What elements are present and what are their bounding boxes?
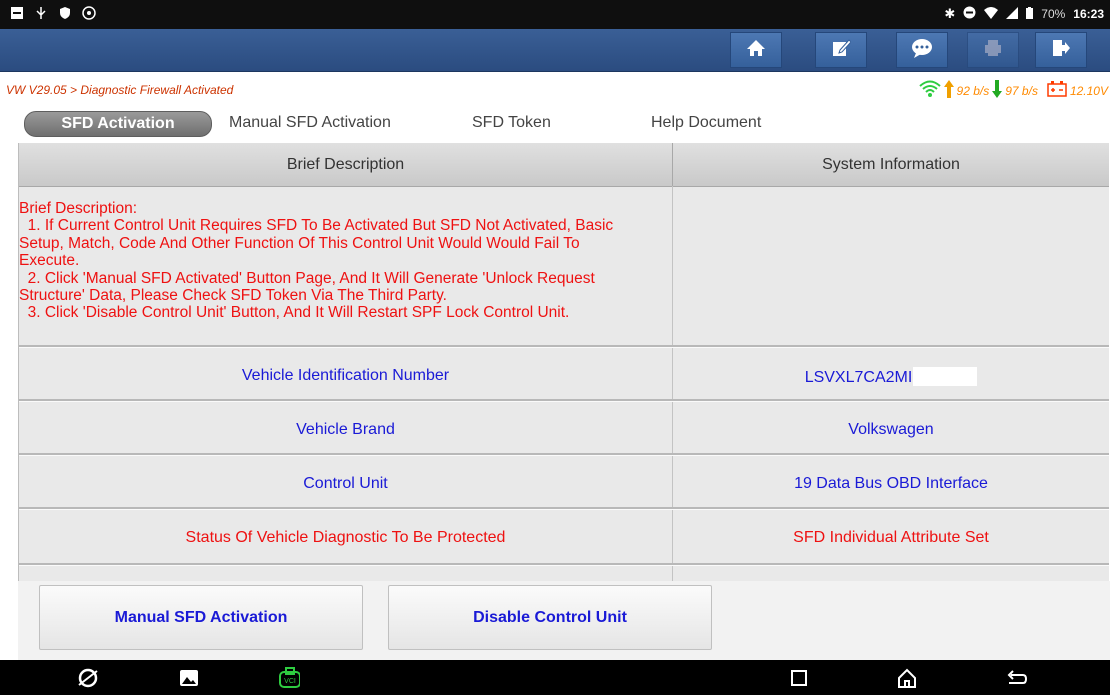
row-divider — [19, 453, 1109, 456]
wifi-icon — [984, 6, 999, 22]
car-battery-icon — [1047, 81, 1067, 100]
dnd-icon — [963, 6, 976, 22]
notification-icon — [10, 6, 24, 20]
upload-speed: 92 b/s — [956, 83, 990, 98]
battery-icon — [1026, 6, 1034, 22]
row-divider — [19, 563, 1109, 566]
disable-control-unit-button[interactable]: Disable Control Unit — [388, 585, 712, 650]
navigation-bar: VCI — [0, 660, 1110, 695]
exit-icon — [1051, 38, 1071, 63]
description-line: 1. If Current Control Unit Requires SFD … — [19, 217, 614, 235]
home-icon — [746, 38, 766, 63]
description-line: Setup, Match, Code And Other Function Of… — [19, 234, 580, 252]
vin-value: LSVXL7CA2MI — [673, 367, 1109, 387]
bluetooth-icon: ✱ — [944, 6, 956, 21]
description-line: 2. Click 'Manual SFD Activated' Button P… — [19, 269, 595, 287]
header-brief-description: Brief Description — [286, 156, 405, 173]
wifi-signal-icon — [918, 80, 941, 101]
shield-icon — [58, 6, 72, 20]
description-line: Execute. — [19, 252, 80, 270]
download-speed: 97 b/s — [1005, 83, 1038, 98]
top-toolbar — [0, 29, 1110, 72]
recent-apps-icon[interactable] — [788, 667, 810, 689]
sfd-info-table: Brief Description System Information Bri… — [18, 143, 1109, 581]
status-bar: ✱ 70% 16:23 — [0, 0, 1110, 29]
status-bar-right: ✱ 70% 16:23 — [944, 6, 1104, 22]
back-icon[interactable] — [1005, 667, 1027, 689]
row-divider — [19, 345, 1109, 348]
control-unit-value: 19 Data Bus OBD Interface — [794, 475, 988, 492]
description-line: Structure' Data, Please Check SFD Token … — [19, 287, 447, 305]
breadcrumb: VW V29.05 > Diagnostic Firewall Activate… — [6, 83, 234, 97]
print-icon — [983, 38, 1003, 63]
exit-button[interactable] — [1035, 32, 1087, 68]
connection-stats: 92 b/s 97 b/s 12.10V — [918, 80, 1108, 101]
battery-percent: 70% — [1041, 7, 1066, 21]
diagnostic-status-label: Status Of Vehicle Diagnostic To Be Prote… — [185, 529, 506, 546]
edit-icon — [831, 38, 852, 63]
home-button[interactable] — [730, 32, 782, 68]
battery-voltage: 12.10V — [1069, 83, 1108, 98]
usb-icon — [34, 6, 48, 20]
chat-icon — [911, 38, 933, 63]
gallery-icon[interactable] — [178, 667, 200, 689]
browser-icon[interactable] — [77, 667, 99, 689]
vin-text: LSVXL7CA2MI — [804, 369, 913, 386]
debug-icon — [82, 6, 96, 20]
tab-help-document[interactable]: Help Document — [651, 111, 761, 135]
message-button[interactable] — [896, 32, 948, 68]
description-line: Brief Description: — [19, 200, 138, 217]
row-divider — [19, 507, 1109, 510]
print-button[interactable] — [967, 32, 1019, 68]
status-bar-left — [10, 6, 96, 20]
tab-sfd-token[interactable]: SFD Token — [472, 111, 551, 135]
vci-icon[interactable]: VCI — [278, 667, 300, 689]
action-bar: Manual SFD Activation Disable Control Un… — [18, 581, 1110, 660]
brand-value: Volkswagen — [848, 421, 934, 438]
manual-sfd-activation-button[interactable]: Manual SFD Activation — [39, 585, 363, 650]
clock: 16:23 — [1073, 7, 1104, 21]
signal-icon — [1006, 6, 1019, 22]
download-arrow-icon — [992, 80, 1003, 101]
vin-redaction-mask — [913, 367, 978, 386]
control-unit-label: Control Unit — [303, 475, 388, 492]
brand-label: Vehicle Brand — [296, 421, 395, 438]
upload-arrow-icon — [943, 80, 954, 101]
edit-button[interactable] — [815, 32, 867, 68]
tab-bar: SFD Activation Manual SFD Activation SFD… — [18, 108, 1110, 138]
tab-manual-sfd-activation[interactable]: Manual SFD Activation — [229, 111, 391, 135]
info-bar: VW V29.05 > Diagnostic Firewall Activate… — [0, 79, 1110, 101]
tab-sfd-activation[interactable]: SFD Activation — [24, 111, 212, 137]
table-header: Brief Description System Information — [19, 143, 1109, 187]
svg-text:VCI: VCI — [284, 678, 296, 685]
brief-description-text: Brief Description: 1. If Current Control… — [19, 186, 672, 322]
diagnostic-status-value: SFD Individual Attribute Set — [793, 529, 989, 546]
vin-label: Vehicle Identification Number — [241, 367, 450, 384]
row-divider — [19, 399, 1109, 402]
description-line: 3. Click 'Disable Control Unit' Button, … — [19, 304, 570, 322]
home-nav-icon[interactable] — [896, 667, 918, 689]
header-system-information: System Information — [822, 156, 960, 173]
header-divider — [672, 143, 673, 186]
